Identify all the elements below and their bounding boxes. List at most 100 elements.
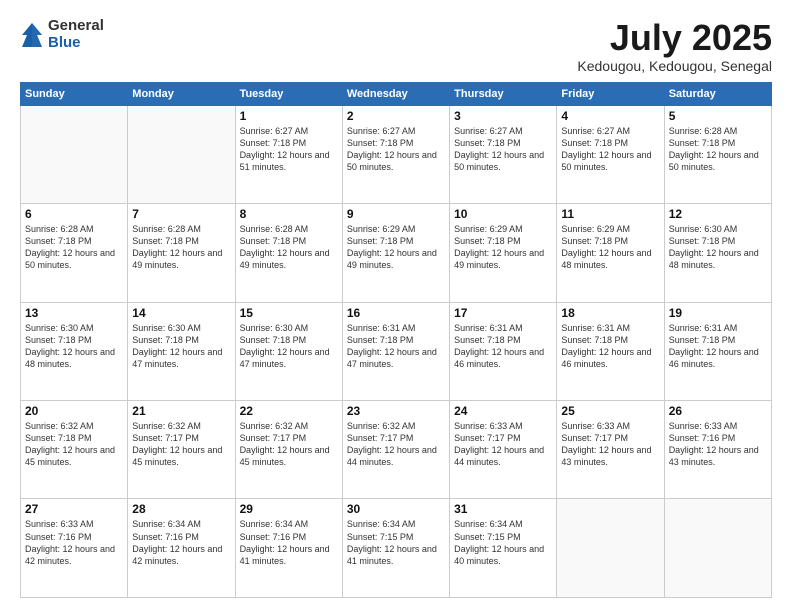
table-row (557, 499, 664, 598)
table-row: 11 Sunrise: 6:29 AM Sunset: 7:18 PM Dayli… (557, 204, 664, 302)
day-number: 16 (347, 306, 445, 320)
day-number: 14 (132, 306, 230, 320)
day-number: 26 (669, 404, 767, 418)
day-number: 8 (240, 207, 338, 221)
day-number: 13 (25, 306, 123, 320)
logo: General Blue (20, 18, 104, 51)
table-row: 6Sunrise: 6:28 AM Sunset: 7:18 PM Daylig… (21, 204, 128, 302)
day-number: 11 (561, 207, 659, 221)
day-info: Sunrise: 6:27 AM Sunset: 7:18 PM Dayligh… (454, 125, 552, 174)
day-number: 7 (132, 207, 230, 221)
table-row: 25 Sunrise: 6:33 AM Sunset: 7:17 PM Dayli… (557, 401, 664, 499)
table-row: 5 Sunrise: 6:28 AM Sunset: 7:18 PM Daylig… (664, 105, 771, 203)
table-row: 24Sunrise: 6:33 AM Sunset: 7:17 PM Dayli… (450, 401, 557, 499)
day-info: Sunrise: 6:29 AM Sunset: 7:18 PM Dayligh… (347, 223, 445, 272)
col-tuesday: Tuesday (235, 82, 342, 105)
day-number: 31 (454, 502, 552, 516)
calendar-week-row: 27 Sunrise: 6:33 AM Sunset: 7:16 PM Dayli… (21, 499, 772, 598)
col-monday: Monday (128, 82, 235, 105)
day-info: Sunrise: 6:27 AM Sunset: 7:18 PM Dayligh… (347, 125, 445, 174)
table-row: 2Sunrise: 6:27 AM Sunset: 7:18 PM Daylig… (342, 105, 449, 203)
table-row: 18 Sunrise: 6:31 AM Sunset: 7:18 PM Dayli… (557, 302, 664, 400)
table-row: 1Sunrise: 6:27 AM Sunset: 7:18 PM Daylig… (235, 105, 342, 203)
month-title: July 2025 (577, 18, 772, 58)
calendar-week-row: 13 Sunrise: 6:30 AM Sunset: 7:18 PM Dayli… (21, 302, 772, 400)
day-number: 18 (561, 306, 659, 320)
table-row: 15 Sunrise: 6:30 AM Sunset: 7:18 PM Dayli… (235, 302, 342, 400)
day-number: 10 (454, 207, 552, 221)
table-row: 9 Sunrise: 6:29 AM Sunset: 7:18 PM Daylig… (342, 204, 449, 302)
day-number: 30 (347, 502, 445, 516)
table-row: 8 Sunrise: 6:28 AM Sunset: 7:18 PM Daylig… (235, 204, 342, 302)
table-row: 3 Sunrise: 6:27 AM Sunset: 7:18 PM Daylig… (450, 105, 557, 203)
day-number: 27 (25, 502, 123, 516)
day-info: Sunrise: 6:34 AM Sunset: 7:15 PM Dayligh… (454, 518, 552, 567)
day-info: Sunrise: 6:32 AM Sunset: 7:17 PM Dayligh… (240, 420, 338, 469)
day-number: 15 (240, 306, 338, 320)
day-info: Sunrise: 6:28 AM Sunset: 7:18 PM Dayligh… (240, 223, 338, 272)
calendar-week-row: 20 Sunrise: 6:32 AM Sunset: 7:18 PM Dayli… (21, 401, 772, 499)
day-info: Sunrise: 6:33 AM Sunset: 7:17 PM Dayligh… (561, 420, 659, 469)
day-info: Sunrise: 6:33 AM Sunset: 7:16 PM Dayligh… (25, 518, 123, 567)
table-row: 27 Sunrise: 6:33 AM Sunset: 7:16 PM Dayli… (21, 499, 128, 598)
day-info: Sunrise: 6:28 AM Sunset: 7:18 PM Dayligh… (25, 223, 123, 272)
table-row (21, 105, 128, 203)
calendar-header-row: Sunday Monday Tuesday Wednesday Thursday… (21, 82, 772, 105)
location-subtitle: Kedougou, Kedougou, Senegal (577, 58, 772, 74)
day-info: Sunrise: 6:28 AM Sunset: 7:18 PM Dayligh… (669, 125, 767, 174)
table-row: 7 Sunrise: 6:28 AM Sunset: 7:18 PM Daylig… (128, 204, 235, 302)
day-info: Sunrise: 6:29 AM Sunset: 7:18 PM Dayligh… (454, 223, 552, 272)
day-info: Sunrise: 6:33 AM Sunset: 7:17 PM Dayligh… (454, 420, 552, 469)
table-row: 29 Sunrise: 6:34 AM Sunset: 7:16 PM Dayli… (235, 499, 342, 598)
day-number: 20 (25, 404, 123, 418)
day-info: Sunrise: 6:32 AM Sunset: 7:17 PM Dayligh… (347, 420, 445, 469)
day-info: Sunrise: 6:31 AM Sunset: 7:18 PM Dayligh… (561, 322, 659, 371)
day-info: Sunrise: 6:33 AM Sunset: 7:16 PM Dayligh… (669, 420, 767, 469)
table-row: 16 Sunrise: 6:31 AM Sunset: 7:18 PM Dayli… (342, 302, 449, 400)
title-block: July 2025 Kedougou, Kedougou, Senegal (577, 18, 772, 74)
day-number: 4 (561, 109, 659, 123)
table-row: 10 Sunrise: 6:29 AM Sunset: 7:18 PM Dayli… (450, 204, 557, 302)
calendar-week-row: 1 Sunrise: 6:27 AM Sunset: 7:18 PM Daylig… (21, 105, 772, 203)
table-row: 12 Sunrise: 6:30 AM Sunset: 7:18 PM Dayli… (664, 204, 771, 302)
day-number: 22 (240, 404, 338, 418)
day-info: Sunrise: 6:34 AM Sunset: 7:16 PM Dayligh… (240, 518, 338, 567)
table-row: 26 Sunrise: 6:33 AM Sunset: 7:16 PM Dayli… (664, 401, 771, 499)
day-info: Sunrise: 6:32 AM Sunset: 7:18 PM Dayligh… (25, 420, 123, 469)
day-number: 9 (347, 207, 445, 221)
table-row (128, 105, 235, 203)
day-info: Sunrise: 6:30 AM Sunset: 7:18 PM Dayligh… (669, 223, 767, 272)
table-row: 31 Sunrise: 6:34 AM Sunset: 7:15 PM Dayli… (450, 499, 557, 598)
day-number: 12 (669, 207, 767, 221)
day-info: Sunrise: 6:31 AM Sunset: 7:18 PM Dayligh… (454, 322, 552, 371)
day-info: Sunrise: 6:31 AM Sunset: 7:18 PM Dayligh… (347, 322, 445, 371)
day-info: Sunrise: 6:29 AM Sunset: 7:18 PM Dayligh… (561, 223, 659, 272)
day-number: 21 (132, 404, 230, 418)
table-row: 17Sunrise: 6:31 AM Sunset: 7:18 PM Dayli… (450, 302, 557, 400)
day-number: 1 (240, 109, 338, 123)
table-row: 19Sunrise: 6:31 AM Sunset: 7:18 PM Dayli… (664, 302, 771, 400)
table-row: 14 Sunrise: 6:30 AM Sunset: 7:18 PM Dayli… (128, 302, 235, 400)
day-number: 23 (347, 404, 445, 418)
table-row (664, 499, 771, 598)
day-info: Sunrise: 6:30 AM Sunset: 7:18 PM Dayligh… (25, 322, 123, 371)
day-info: Sunrise: 6:30 AM Sunset: 7:18 PM Dayligh… (240, 322, 338, 371)
logo-icon (20, 21, 44, 49)
table-row: 13 Sunrise: 6:30 AM Sunset: 7:18 PM Dayli… (21, 302, 128, 400)
day-number: 28 (132, 502, 230, 516)
calendar-table: Sunday Monday Tuesday Wednesday Thursday… (20, 82, 772, 598)
logo-general-text: General (48, 18, 104, 35)
col-friday: Friday (557, 82, 664, 105)
col-wednesday: Wednesday (342, 82, 449, 105)
table-row: 28Sunrise: 6:34 AM Sunset: 7:16 PM Dayli… (128, 499, 235, 598)
day-info: Sunrise: 6:30 AM Sunset: 7:18 PM Dayligh… (132, 322, 230, 371)
day-number: 29 (240, 502, 338, 516)
table-row: 30Sunrise: 6:34 AM Sunset: 7:15 PM Dayli… (342, 499, 449, 598)
col-saturday: Saturday (664, 82, 771, 105)
day-info: Sunrise: 6:28 AM Sunset: 7:18 PM Dayligh… (132, 223, 230, 272)
day-number: 5 (669, 109, 767, 123)
table-row: 20 Sunrise: 6:32 AM Sunset: 7:18 PM Dayli… (21, 401, 128, 499)
logo-blue-text: Blue (48, 35, 104, 52)
day-number: 25 (561, 404, 659, 418)
day-number: 3 (454, 109, 552, 123)
